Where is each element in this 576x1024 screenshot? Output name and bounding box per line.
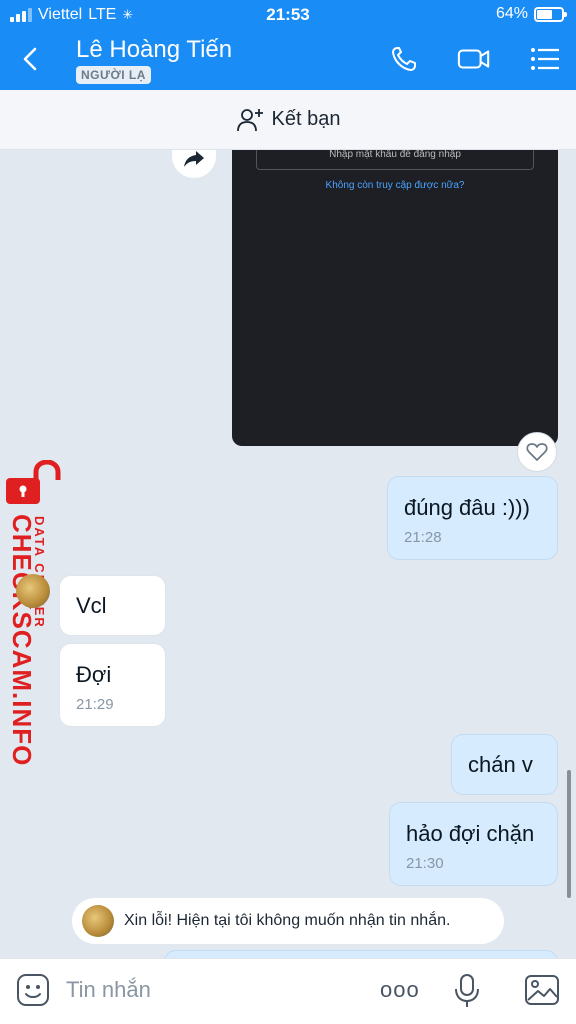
- battery-fill: [537, 9, 552, 19]
- more-icon[interactable]: ooo: [380, 977, 420, 1003]
- status-time: 21:53: [266, 5, 310, 24]
- forgot-link-preview: Không còn truy cập được nữa?: [325, 180, 465, 191]
- message-input[interactable]: [66, 977, 346, 1003]
- chat-header: Lê Hoàng Tiến NGƯỜI LẠ: [0, 30, 576, 90]
- message-text: chán v: [468, 752, 533, 777]
- battery-percent: 64%: [495, 5, 528, 22]
- add-friend-label: Kết bạn: [271, 108, 341, 130]
- react-button[interactable]: [517, 432, 557, 472]
- contact-name[interactable]: Lê Hoàng Tiến: [76, 36, 232, 64]
- message-bubble[interactable]: chán v: [451, 734, 558, 795]
- message-bubble[interactable]: Vcl: [59, 575, 166, 636]
- message-time: 21:28: [404, 529, 442, 546]
- menu-icon[interactable]: [528, 44, 562, 74]
- forward-button[interactable]: [172, 150, 216, 178]
- lock-icon: [6, 460, 61, 504]
- sticker-icon[interactable]: [16, 973, 50, 1007]
- heart-icon: [526, 443, 548, 461]
- password-field-preview: Nhập mật khẩu để đăng nhập: [256, 150, 534, 170]
- block-notice: Xin lỗi! Hiện tại tôi không muốn nhận ti…: [72, 898, 504, 944]
- message-text: Vcl: [76, 593, 107, 618]
- shared-screenshot[interactable]: Nhập mật khẩu để đăng nhập Không còn tru…: [232, 150, 558, 446]
- add-friend-icon: [236, 108, 263, 131]
- notice-text: Xin lỗi! Hiện tại tôi không muốn nhận ti…: [124, 912, 451, 929]
- message-text: đúng đâu :))): [404, 495, 530, 520]
- microphone-icon[interactable]: [453, 973, 481, 1009]
- message-time: 21:30: [406, 855, 444, 872]
- message-time: 21:29: [76, 696, 114, 713]
- phone-icon[interactable]: [388, 44, 422, 74]
- video-icon[interactable]: [457, 44, 491, 74]
- message-bubble[interactable]: đúng đâu :))) 21:28: [387, 476, 558, 560]
- message-bubble[interactable]: Đợi 21:29: [59, 643, 166, 727]
- message-text: Đợi: [76, 662, 112, 687]
- avatar[interactable]: [16, 574, 50, 608]
- image-icon[interactable]: [524, 973, 560, 1007]
- message-text: hảo đợi chặn: [406, 821, 535, 846]
- composer-bar: ooo: [0, 958, 576, 1024]
- battery-icon: [534, 6, 567, 22]
- scrollbar[interactable]: [567, 770, 571, 898]
- chat-area[interactable]: Nhập mật khẩu để đăng nhập Không còn tru…: [0, 150, 576, 958]
- back-icon[interactable]: [16, 44, 46, 74]
- top-bar: Viettel LTE ✳ 21:53 64% Lê Hoàng Tiến NG…: [0, 0, 576, 90]
- message-bubble-partial: [164, 950, 558, 958]
- watermark-line2: CHECKSCAM.INFO: [7, 514, 37, 767]
- message-bubble[interactable]: hảo đợi chặn 21:30: [389, 802, 558, 886]
- forward-icon: [184, 151, 204, 167]
- notice-avatar: [82, 905, 114, 937]
- stranger-badge: NGƯỜI LẠ: [76, 66, 151, 84]
- status-bar: Viettel LTE ✳ 21:53 64%: [0, 0, 576, 30]
- add-friend-bar[interactable]: Kết bạn: [0, 90, 576, 150]
